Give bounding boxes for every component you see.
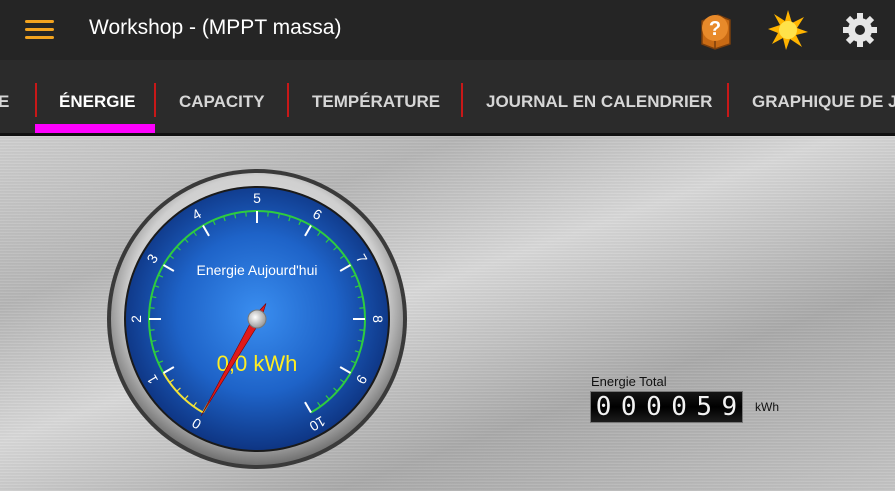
counter-digit: 0: [595, 392, 612, 422]
tab-capacity[interactable]: CAPACITY: [179, 60, 265, 136]
sun-icon[interactable]: [766, 8, 810, 52]
gauge-tick-label: 5: [253, 190, 261, 206]
gauge-minor-tick: [359, 307, 365, 309]
tab-separator: [287, 83, 289, 117]
svg-text:?: ?: [709, 18, 721, 40]
counter-digit: 5: [696, 392, 713, 422]
gauge-hub: [247, 309, 267, 329]
energy-today-gauge: 012345678910 Energie Aujourd'hui 0,0 kWh: [107, 169, 407, 469]
app-bar: Workshop - (MPPT massa) ?: [0, 0, 895, 60]
gauge-tick-label: 2: [128, 315, 144, 323]
page-title: Workshop - (MPPT massa): [89, 16, 342, 39]
gauge-minor-tick: [149, 307, 155, 309]
counter-digit: 0: [671, 392, 687, 422]
tab-separator: [461, 83, 463, 117]
gauge-minor-tick: [267, 211, 269, 217]
counter-digit: 9: [721, 392, 738, 422]
gauge-title: Energie Aujourd'hui: [197, 262, 318, 278]
gauge-minor-tick: [149, 329, 155, 331]
counter-digit: 0: [620, 392, 637, 422]
gauge-tick-label: 8: [370, 315, 386, 323]
energy-total-unit: kWh: [755, 400, 779, 414]
tab-graphique[interactable]: GRAPHIQUE DE JO: [752, 60, 895, 136]
energy-total-label: Energie Total: [591, 374, 667, 389]
gauge-minor-tick: [245, 211, 247, 217]
tab-previous[interactable]: E: [0, 60, 9, 136]
hamburger-menu-icon[interactable]: [22, 17, 56, 43]
gauge-minor-tick: [359, 329, 365, 331]
tab-separator: [35, 83, 37, 117]
help-book-icon[interactable]: ?: [693, 8, 737, 52]
tab-temperature[interactable]: TEMPÉRATURE: [312, 60, 440, 136]
tab-journal-calendrier[interactable]: JOURNAL EN CALENDRIER: [486, 60, 712, 136]
energy-total-counter: 0 0 0 0 5 9: [590, 391, 743, 423]
tab-separator: [154, 83, 156, 117]
counter-digit: 0: [646, 392, 662, 422]
tab-separator: [727, 83, 729, 117]
gear-icon[interactable]: [838, 8, 882, 52]
